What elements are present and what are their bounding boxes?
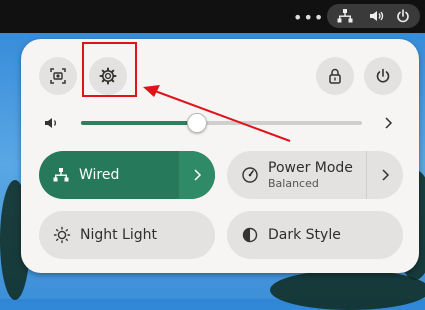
annotation-arrow — [143, 85, 291, 142]
